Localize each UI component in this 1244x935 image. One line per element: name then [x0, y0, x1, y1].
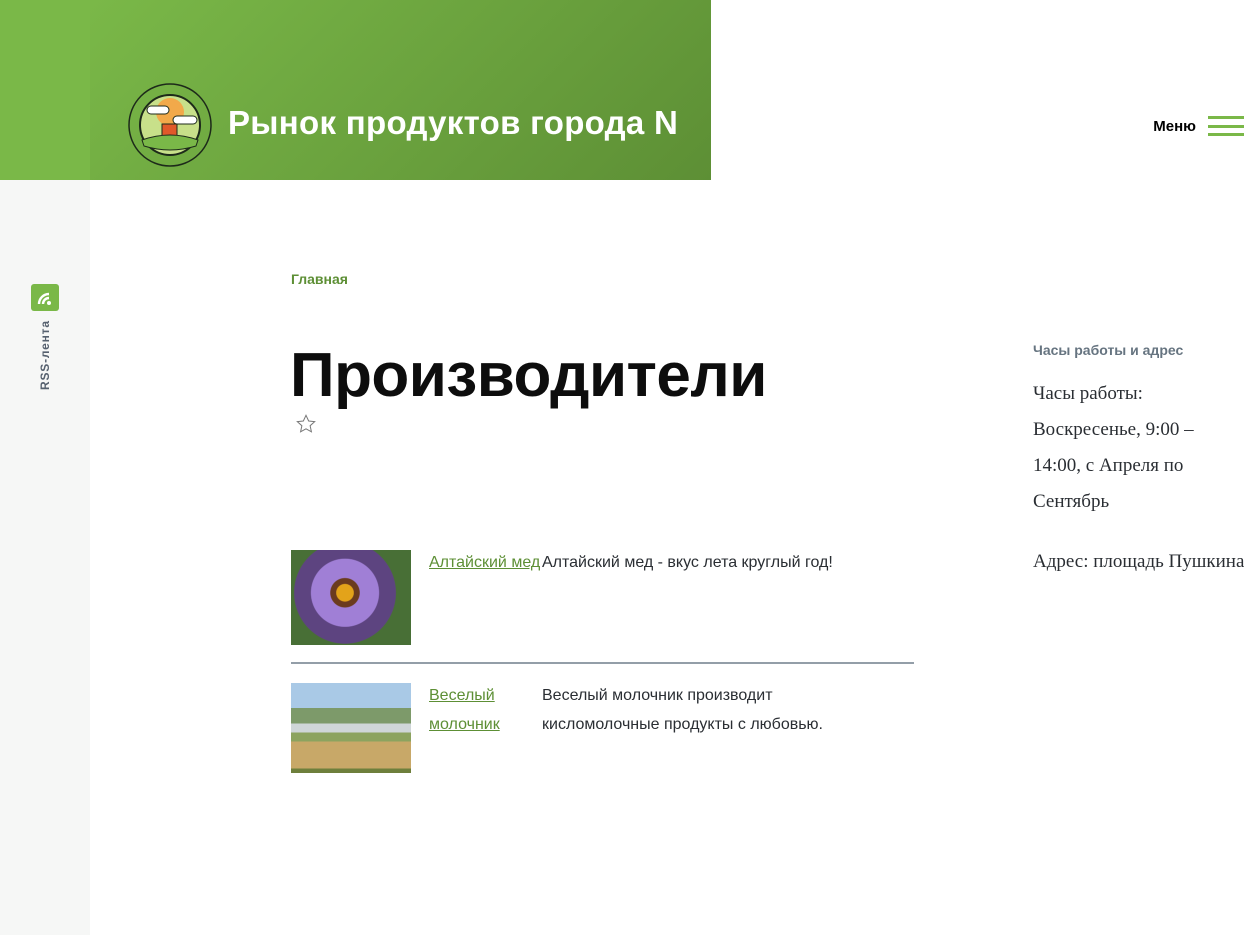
rss-feed-link[interactable]: RSS-лента — [38, 320, 52, 390]
producer-link[interactable]: Веселый молочник — [411, 681, 542, 773]
hamburger-icon — [1208, 116, 1244, 136]
site-name-link[interactable]: Рынок продуктов города N — [228, 104, 678, 142]
list-item: Алтайский мед Алтайский мед - вкус лета … — [291, 550, 914, 664]
header-left-block — [0, 0, 90, 180]
address: Адрес: площадь Пушкина — [1033, 551, 1244, 572]
menu-label: Меню — [1153, 117, 1196, 135]
site-branding: Рынок продуктов города N — [90, 0, 711, 180]
producer-link[interactable]: Алтайский мед — [411, 548, 542, 662]
producer-image — [291, 550, 411, 645]
rss-icon[interactable] — [31, 284, 59, 311]
page-title: Производители — [290, 341, 767, 410]
producer-image — [291, 683, 411, 773]
list-item: Веселый молочник Веселый молочник произв… — [291, 683, 914, 773]
site-logo[interactable] — [127, 82, 213, 168]
main-menu-toggle[interactable]: Меню — [1153, 116, 1244, 136]
sidebar-title: Часы работы и адрес — [1033, 342, 1184, 358]
opening-hours: Часы работы: Воскресенье, 9:00 – 14:00, … — [1033, 383, 1194, 512]
producer-description: Алтайский мед - вкус лета круглый год! — [542, 554, 833, 571]
bookmark-star-icon[interactable] — [295, 413, 317, 435]
breadcrumb-home[interactable]: Главная — [291, 271, 348, 287]
producer-description: Веселый молочник производит кисломолочны… — [542, 687, 823, 733]
sidebar-block-hours: Часы работы и адрес Часы работы: Воскрес… — [1033, 342, 1244, 580]
